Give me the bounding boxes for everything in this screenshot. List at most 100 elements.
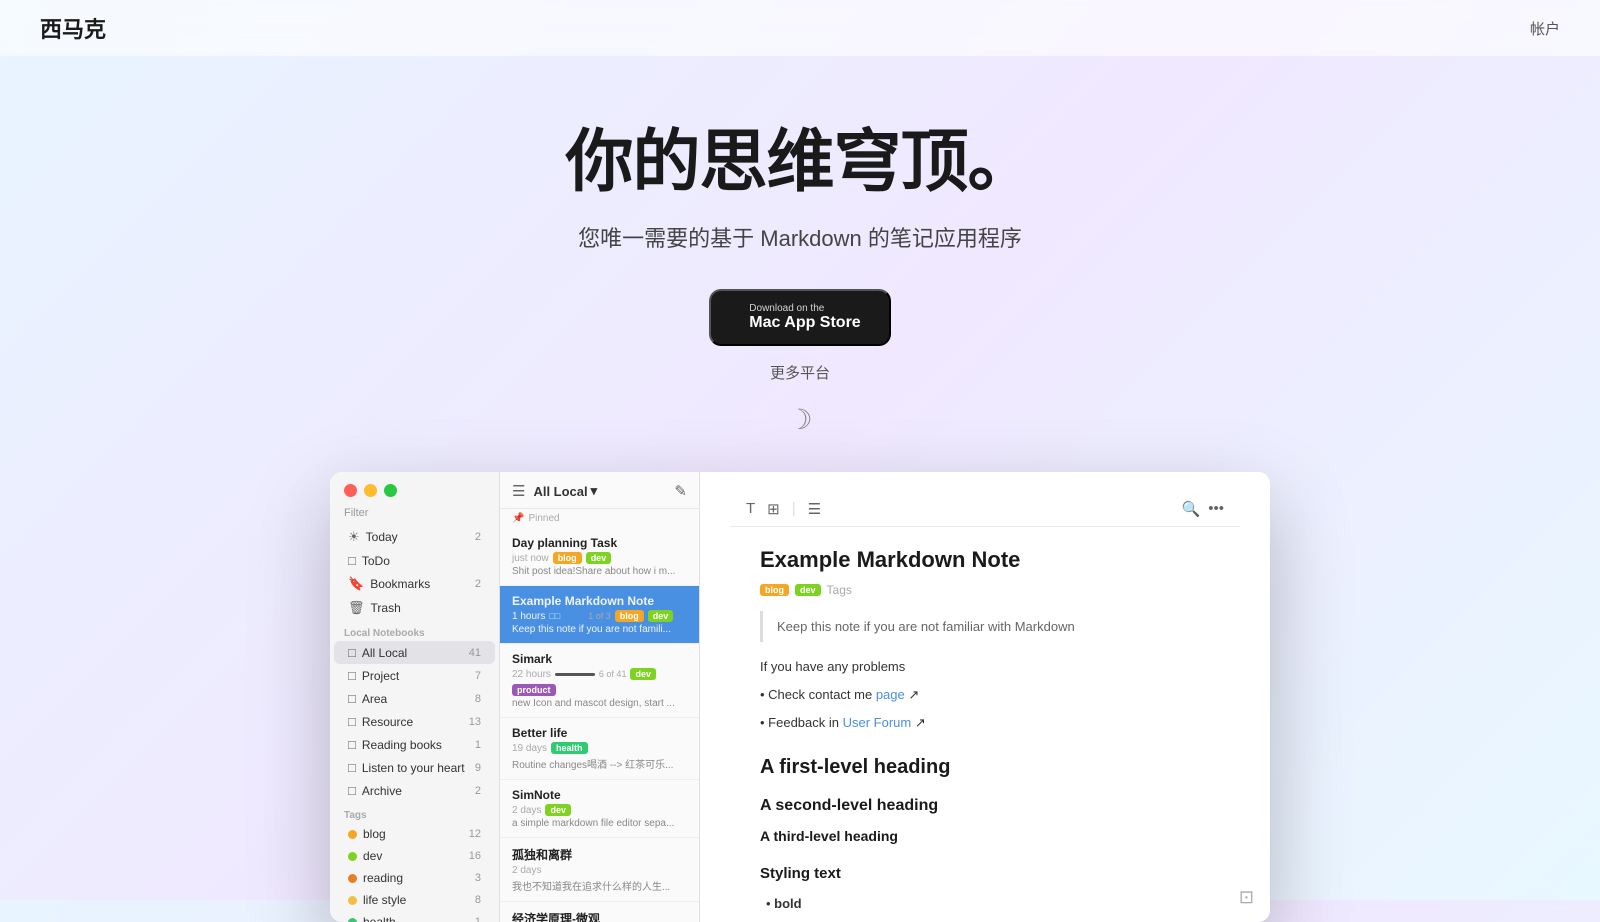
note-preview: Shit post idea!Share about how i m... <box>512 566 687 577</box>
sidebar-item-project[interactable]: □ Project 7 <box>334 664 495 687</box>
area-badge: 8 <box>475 693 481 705</box>
all-local-selector[interactable]: All Local ▾ <box>533 483 597 499</box>
blog-tag: blog <box>615 610 644 622</box>
note-meta: 2 days dev <box>512 804 687 816</box>
todo-icon: □ <box>348 553 356 568</box>
editor-toolbar: T ⊞ | ☰ 🔍 ••• <box>730 492 1240 527</box>
note-preview: 我也不知道我在追求什么样的人生... <box>512 878 687 893</box>
chevron-down-icon: ▾ <box>591 483 598 499</box>
note-title: Day planning Task <box>512 536 687 550</box>
doc-body: If you have any problems • Check contact… <box>760 656 1210 922</box>
hero-title: 你的思维穹顶。 <box>20 106 1580 205</box>
sidebar-item-reading-books[interactable]: □ Reading books 1 <box>334 733 495 756</box>
note-meta: 22 hours 6 of 41 dev product <box>512 668 687 696</box>
reading-books-label: Reading books <box>362 738 442 752</box>
image-icon[interactable]: ⊞ <box>767 500 780 518</box>
blog-tag-dot <box>348 830 357 839</box>
notebook-icon-listen: □ <box>348 760 356 775</box>
tags-section-label: Tags <box>330 802 499 823</box>
sidebar-item-today[interactable]: ☀ Today 2 <box>334 525 495 549</box>
dev-tag: dev <box>545 804 571 816</box>
list-icon[interactable]: ☰ <box>808 500 821 518</box>
pinned-section-label: 📌 Pinned <box>500 509 699 528</box>
resource-label: Resource <box>362 715 413 729</box>
sidebar-item-resource[interactable]: □ Resource 13 <box>334 710 495 733</box>
area-label: Area <box>362 692 387 706</box>
maximize-button[interactable] <box>384 484 397 497</box>
note-item-lonely[interactable]: 孤独和离群 2 days 我也不知道我在追求什么样的人生... <box>500 838 699 902</box>
minimize-button[interactable] <box>364 484 377 497</box>
note-meta: 19 days health <box>512 742 687 754</box>
sidebar-item-todo-label: ToDo <box>362 554 390 568</box>
brand-name: 西马克 <box>40 12 106 44</box>
sidebar-item-listen[interactable]: □ Listen to your heart 9 <box>334 756 495 779</box>
sidebar-item-tag-health[interactable]: health 1 <box>334 911 495 922</box>
compose-icon[interactable]: ✎ <box>674 482 687 500</box>
notebook-icon-archive: □ <box>348 783 356 798</box>
product-tag: product <box>512 684 556 696</box>
sidebar-item-trash[interactable]: 🗑 Trash <box>334 596 495 620</box>
progress-bar <box>555 673 595 676</box>
note-item-day-planning[interactable]: Day planning Task just now blog dev Shit… <box>500 528 699 586</box>
sidebar-item-area[interactable]: □ Area 8 <box>334 687 495 710</box>
search-icon[interactable]: 🔍 <box>1182 500 1201 518</box>
note-item-better-life[interactable]: Better life 19 days health Routine chang… <box>500 718 699 780</box>
sidebar-toggle-icon[interactable]: ☰ <box>512 482 525 500</box>
note-item-simnote[interactable]: SimNote 2 days dev a simple markdown fil… <box>500 780 699 838</box>
lifestyle-tag-label: life style <box>363 893 406 907</box>
sidebar-item-all-local[interactable]: □ All Local 41 <box>334 641 495 664</box>
editor-toolbar-left: T ⊞ | ☰ <box>746 500 821 518</box>
note-item-economics[interactable]: 经济学原理-微观 2 days reading 观点：要思考边际成本和利益自由.… <box>500 902 699 922</box>
resource-badge: 13 <box>469 716 481 728</box>
reading-tag-badge: 3 <box>475 872 481 884</box>
note-item-example-markdown[interactable]: Example Markdown Note 1 hours □□ 1 of 3 … <box>500 586 699 644</box>
note-list-toolbar: ☰ All Local ▾ <box>512 482 597 500</box>
more-platforms-link[interactable]: 更多平台 <box>20 362 1580 383</box>
text-format-icon[interactable]: T <box>746 500 755 518</box>
appstore-small-text: Download on the <box>749 303 824 314</box>
panel-toggle-icon[interactable]: ⊡ <box>1239 887 1254 908</box>
doc-h3: A third-level heading <box>760 825 1210 849</box>
sidebar-item-tag-blog[interactable]: blog 12 <box>334 823 495 845</box>
note-item-simark[interactable]: Simark 22 hours 6 of 41 dev product new … <box>500 644 699 718</box>
blog-tag-label: blog <box>363 827 386 841</box>
hero-subtitle: 您唯一需要的基于 Markdown 的笔记应用程序 <box>20 221 1580 253</box>
bookmarks-badge: 2 <box>475 578 481 590</box>
note-title: SimNote <box>512 788 687 802</box>
sidebar-item-tag-lifestyle[interactable]: life style 8 <box>334 889 495 911</box>
project-label: Project <box>362 669 399 683</box>
today-icon: ☀ <box>348 529 360 545</box>
top-nav: 西马克 帐户 <box>0 0 1600 56</box>
doc-tags-label: Tags <box>827 583 852 597</box>
notebook-icon-project: □ <box>348 668 356 683</box>
sidebar-item-archive[interactable]: □ Archive 2 <box>334 779 495 802</box>
app-store-button[interactable]: Download on the Mac App Store <box>709 289 890 346</box>
sidebar-item-tag-dev[interactable]: dev 16 <box>334 845 495 867</box>
archive-label: Archive <box>362 784 402 798</box>
page-link[interactable]: page <box>876 687 905 702</box>
app-window: Filter ☀ Today 2 □ ToDo 🔖 Bookmarks 2 🗑 <box>330 472 1270 922</box>
sidebar-item-bookmarks[interactable]: 🔖 Bookmarks 2 <box>334 572 495 596</box>
note-preview: a simple markdown file editor sepa... <box>512 818 687 829</box>
lifestyle-tag-badge: 8 <box>475 894 481 906</box>
blog-tag-badge: 12 <box>469 828 481 840</box>
appstore-main-text: Mac App Store <box>749 314 860 332</box>
health-tag-dot <box>348 918 357 922</box>
hero-section: 你的思维穹顶。 您唯一需要的基于 Markdown 的笔记应用程序 Downlo… <box>0 56 1600 472</box>
reading-tag-dot <box>348 874 357 883</box>
health-tag: health <box>551 742 588 754</box>
local-notebooks-label: Local Notebooks <box>330 620 499 641</box>
bullet-bold: • bold <box>760 893 1210 915</box>
note-preview: Keep this note if you are not famili... <box>512 624 687 635</box>
sidebar-item-todo[interactable]: □ ToDo <box>334 549 495 572</box>
more-icon[interactable]: ••• <box>1208 500 1224 518</box>
doc-link-1: • Check contact me page ↗ <box>760 684 1210 706</box>
close-button[interactable] <box>344 484 357 497</box>
doc-tags: blog dev Tags <box>760 583 1210 597</box>
note-title: Simark <box>512 652 687 666</box>
sidebar-item-tag-reading[interactable]: reading 3 <box>334 867 495 889</box>
today-badge: 2 <box>475 531 481 543</box>
account-link[interactable]: 帐户 <box>1530 18 1560 39</box>
doc-h1: A first-level heading <box>760 750 1210 784</box>
user-forum-link[interactable]: User Forum <box>843 715 912 730</box>
